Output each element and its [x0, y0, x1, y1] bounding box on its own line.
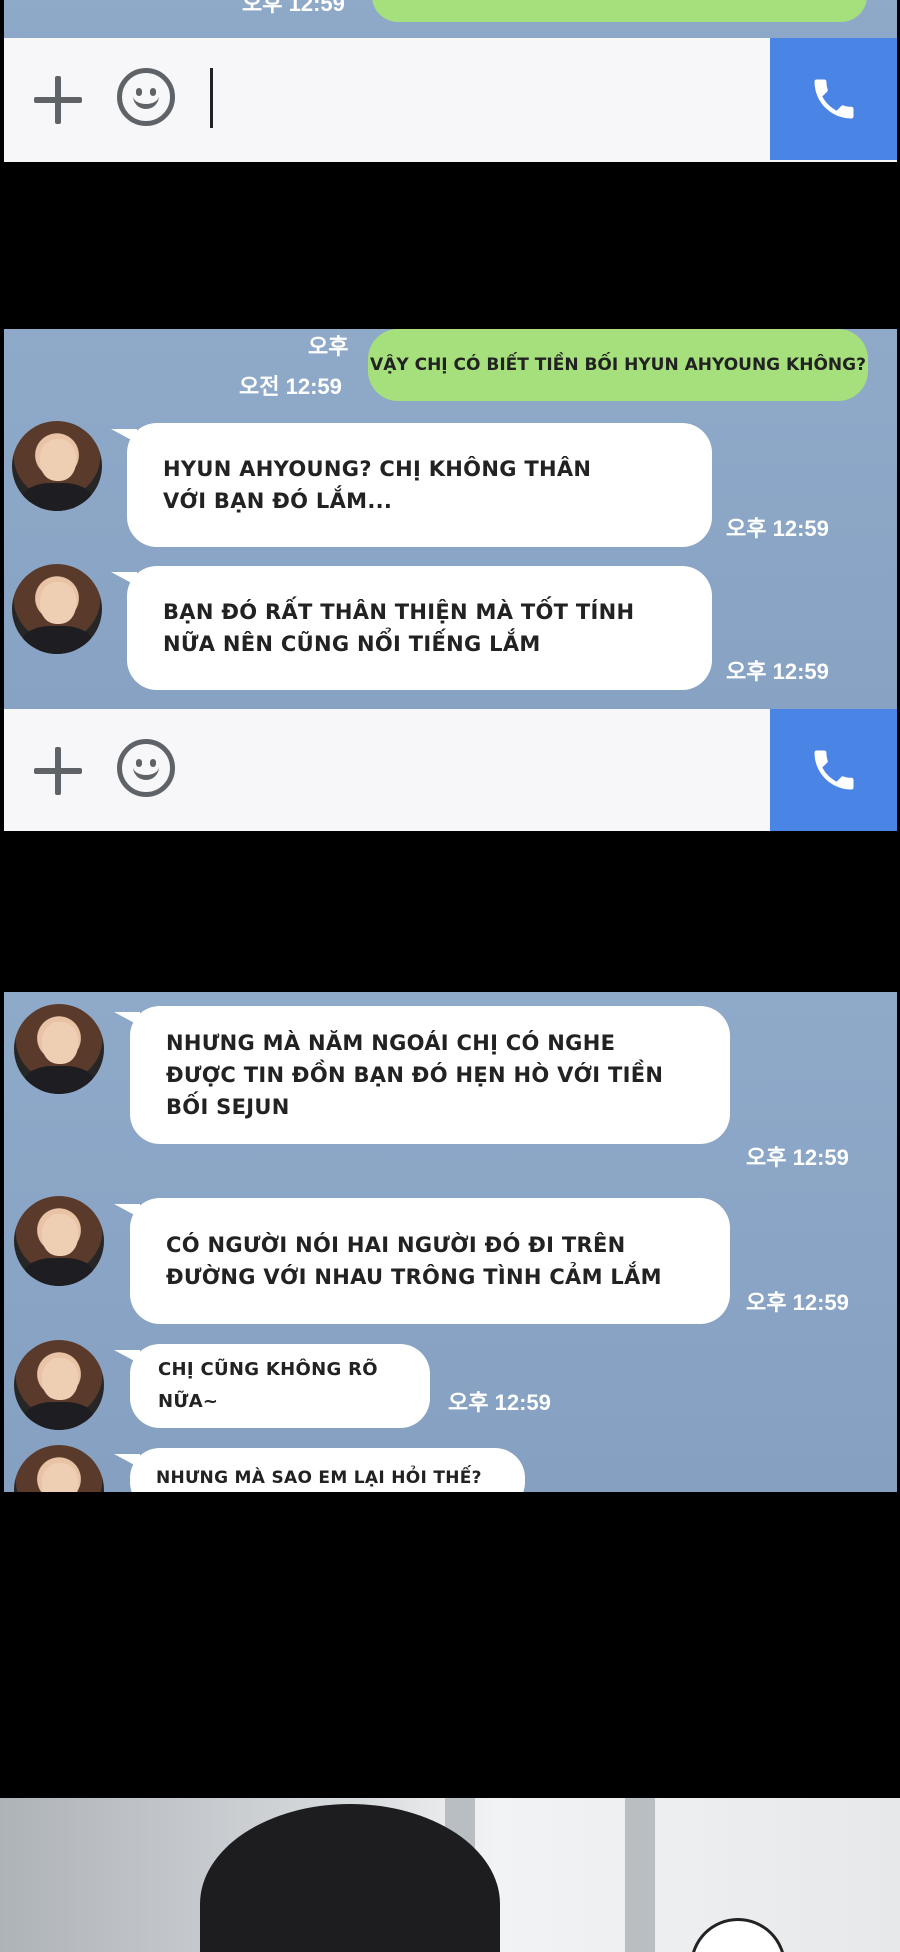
message-time: 오후 12:59 [242, 0, 345, 16]
chat-area: NHƯNG MÀ NĂM NGOÁI CHỊ CÓ NGHE ĐƯỢC TIN … [4, 992, 897, 1492]
message-time: 오후 12:59 [746, 1145, 849, 1170]
chat-panel-2: 오후 오전 12:59 VẬY CHỊ CÓ BIẾT TIỀN BỐI HYU… [4, 329, 897, 831]
message-time: 오후 12:59 [726, 516, 829, 541]
message-time: 오후 12:59 [448, 1390, 551, 1415]
outgoing-bubble: VẬY CHỊ CÓ BIẾT TIỀN BỐI HYUN AHYOUNG KH… [368, 329, 868, 401]
message-time: 오전 12:59 [239, 374, 342, 399]
call-button[interactable] [770, 38, 897, 160]
outgoing-bubble-partial [372, 0, 867, 22]
message-time: 오후 [308, 334, 349, 359]
incoming-bubble: BẠN ĐÓ RẤT THÂN THIỆN MÀ TỐT TÍNH NỮA NÊ… [111, 566, 712, 690]
message-input-bar [4, 38, 897, 162]
phone-icon [814, 750, 853, 790]
message-time: 오후 12:59 [746, 1290, 849, 1315]
incoming-bubble: CHỊ CŨNG KHÔNG RÕ NỮA~ [114, 1344, 430, 1428]
message-time: 오후 12:59 [726, 659, 829, 684]
avatar [14, 1340, 104, 1430]
avatar [12, 564, 102, 654]
smiley-icon[interactable] [117, 68, 175, 126]
plus-icon[interactable] [32, 745, 84, 797]
chat-panel-1: 오후 12:59 [4, 0, 897, 162]
text-cursor[interactable] [210, 68, 213, 128]
avatar [14, 1196, 104, 1286]
message-input-bar [4, 709, 897, 831]
chat-panel-3: NHƯNG MÀ NĂM NGOÁI CHỊ CÓ NGHE ĐƯỢC TIN … [4, 992, 897, 1492]
call-button[interactable] [770, 709, 897, 831]
incoming-bubble: CÓ NGƯỜI NÓI HAI NGƯỜI ĐÓ ĐI TRÊN ĐƯỜNG … [114, 1198, 730, 1324]
plus-icon[interactable] [32, 74, 84, 126]
avatar [14, 1445, 104, 1492]
avatar [12, 421, 102, 511]
avatar [14, 1004, 104, 1094]
smiley-icon[interactable] [117, 739, 175, 797]
scene-illustration [0, 1798, 900, 1952]
phone-icon [814, 79, 853, 119]
incoming-bubble: NHƯNG MÀ SAO EM LẠI HỎI THẾ? [114, 1448, 525, 1492]
incoming-bubble: HYUN AHYOUNG? CHỊ KHÔNG THÂN VỚI BẠN ĐÓ … [111, 423, 712, 547]
incoming-bubble: NHƯNG MÀ NĂM NGOÁI CHỊ CÓ NGHE ĐƯỢC TIN … [114, 1006, 730, 1144]
